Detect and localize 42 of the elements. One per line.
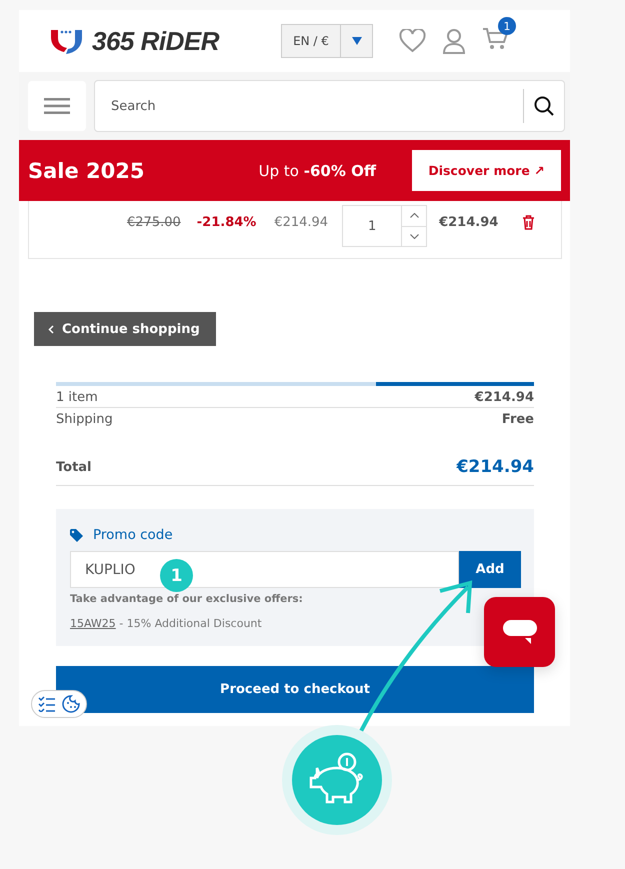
old-price: €275.00	[127, 215, 181, 230]
unit-price: €214.94	[274, 215, 328, 230]
quantity-field[interactable]: 1	[342, 205, 428, 247]
chevron-left-icon	[48, 324, 54, 334]
chevron-down-icon	[410, 234, 419, 239]
sale-title: Sale 2025	[28, 158, 144, 182]
search-field[interactable]: Search	[94, 80, 565, 132]
caret-icon	[352, 37, 362, 45]
cart-count-badge: 1	[498, 17, 516, 35]
chat-icon	[502, 620, 536, 644]
summary-value: €214.94	[474, 390, 534, 405]
summary-value: Free	[502, 412, 534, 427]
continue-shopping-button[interactable]: Continue shopping	[34, 312, 216, 346]
discount-percent: -21.84%	[196, 215, 256, 230]
search-icon[interactable]	[534, 96, 554, 116]
sale-offer-text: Up to -60% Off	[258, 162, 376, 180]
menu-button[interactable]	[28, 81, 86, 131]
cookie-icon[interactable]	[62, 695, 80, 713]
checklist-icon[interactable]	[38, 696, 56, 712]
user-icon[interactable]	[442, 28, 466, 54]
promo-title: Promo code	[93, 527, 173, 543]
chevron-up-icon	[410, 213, 419, 218]
trash-icon[interactable]	[522, 215, 535, 230]
search-input[interactable]: Search	[95, 98, 523, 114]
tag-icon	[70, 528, 83, 542]
checkout-button[interactable]: Proceed to checkout	[56, 666, 534, 713]
line-total: €214.94	[439, 215, 498, 230]
discover-more-button[interactable]: Discover more ↗	[412, 150, 561, 191]
heart-icon[interactable]	[399, 29, 426, 53]
summary-label: 1 item	[56, 390, 98, 405]
shield-logo-icon	[49, 28, 84, 54]
language-selector[interactable]: EN / €	[281, 24, 373, 58]
add-button[interactable]: Add	[459, 551, 521, 588]
chat-button[interactable]	[484, 597, 555, 667]
menu-icon	[44, 98, 70, 114]
cookie-widget[interactable]	[31, 690, 87, 718]
offer-code-link[interactable]: 15AW25	[70, 617, 116, 630]
summary-label: Shipping	[56, 412, 113, 427]
offers-title: Take advantage of our exclusive offers:	[70, 593, 304, 605]
total-label: Total	[56, 460, 92, 474]
logo-text[interactable]: 365 RiDER	[92, 26, 219, 56]
total-value: €214.94	[456, 457, 534, 477]
